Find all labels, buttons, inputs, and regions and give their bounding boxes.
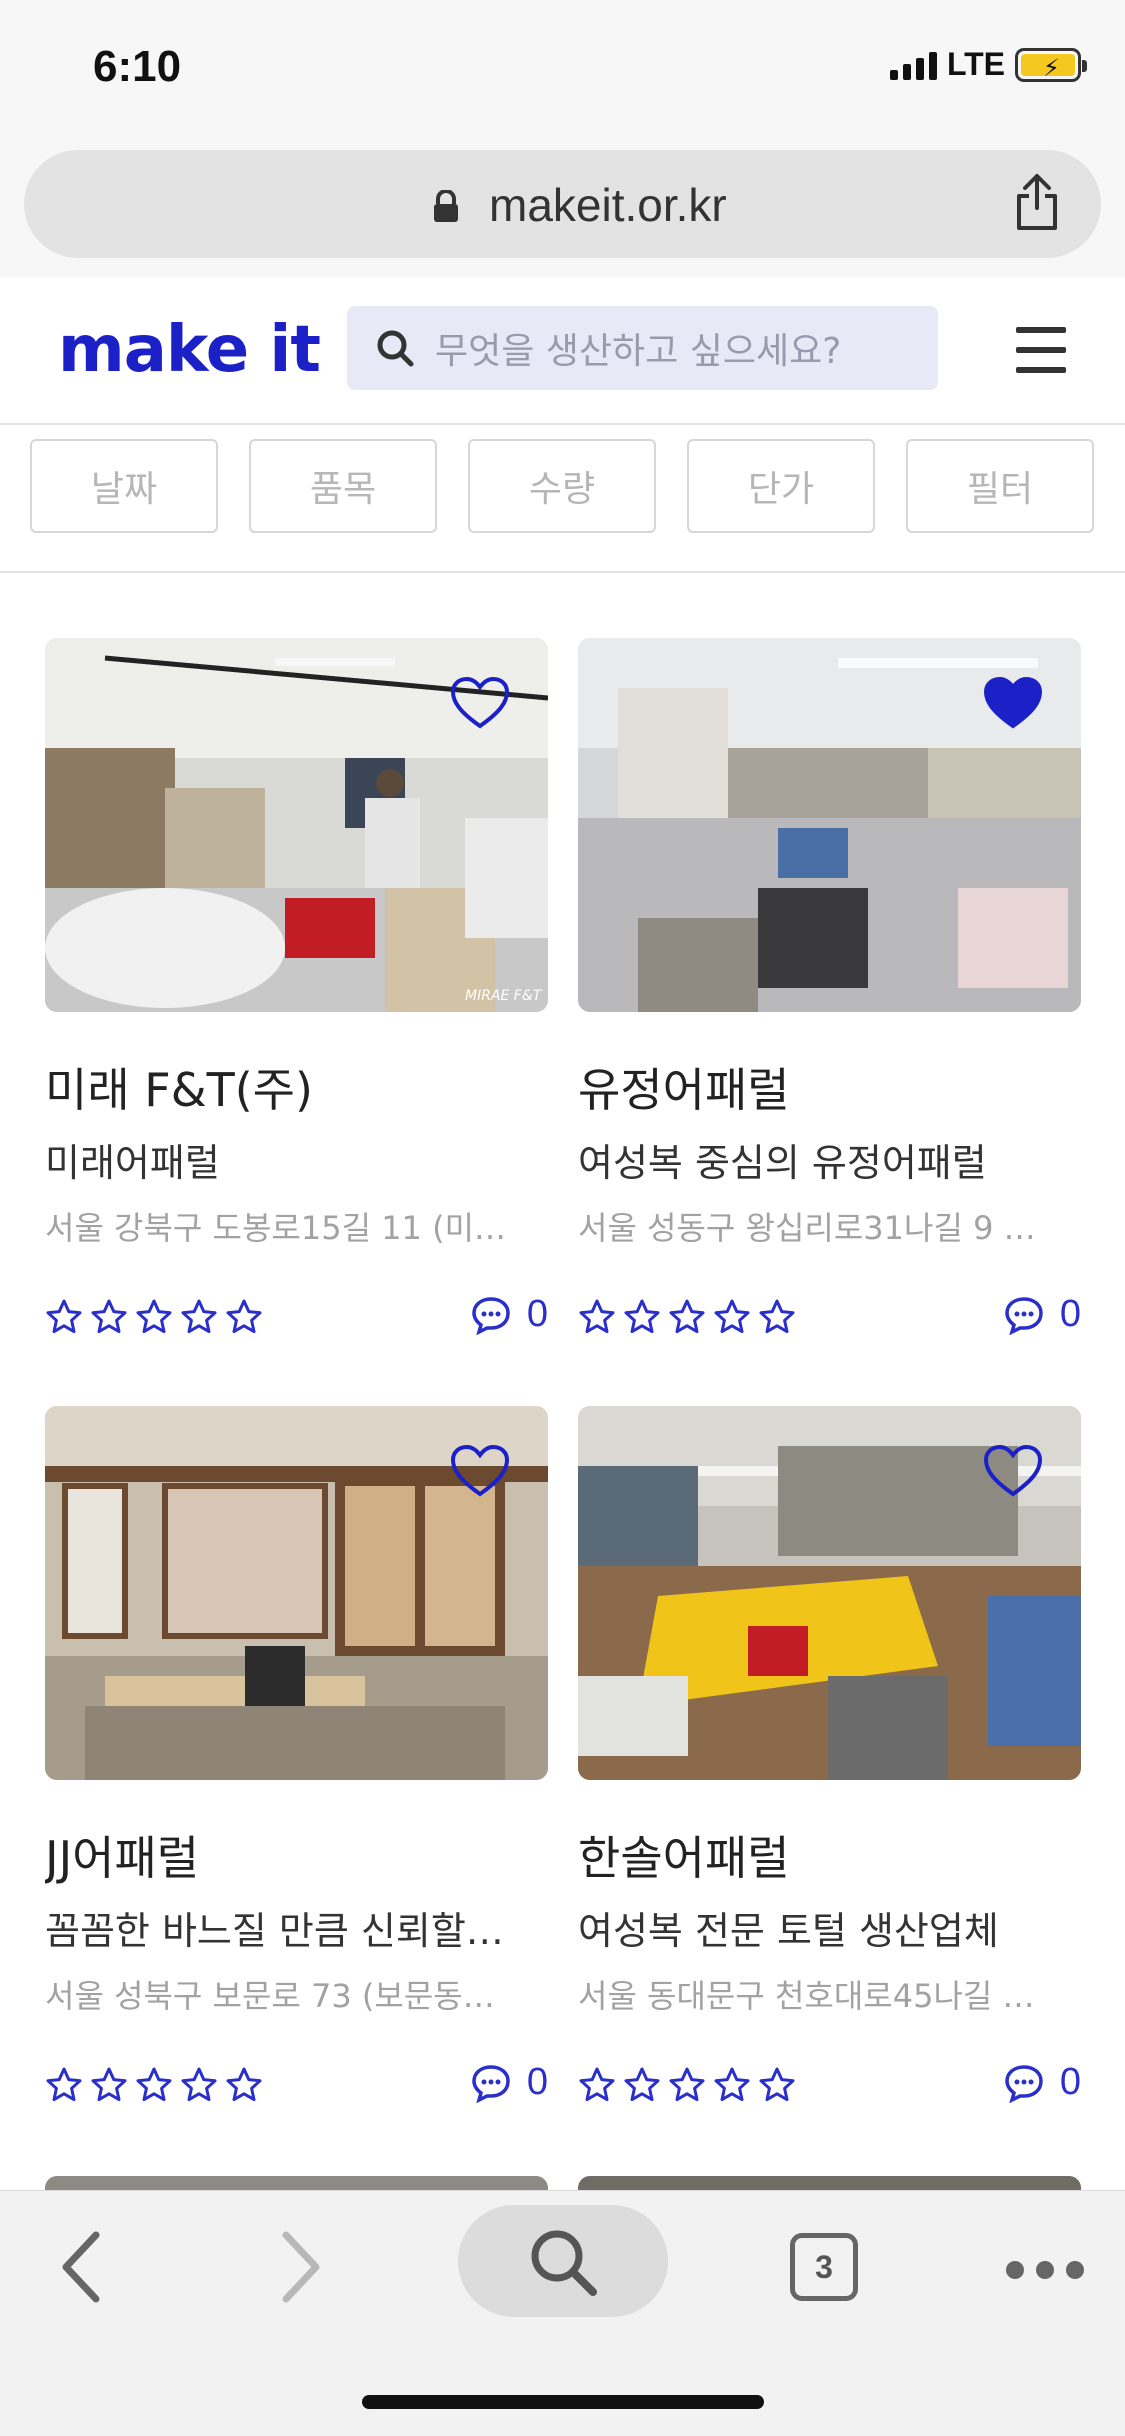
factory-description: 미래어패럴 xyxy=(45,1141,220,1185)
star-icon xyxy=(181,1299,217,1334)
signal-icon xyxy=(889,50,937,80)
star-icon xyxy=(226,1299,262,1334)
comment-count-value: 0 xyxy=(1059,2061,1081,2103)
star-icon xyxy=(46,1299,82,1334)
factory-address: 서울 성동구 왕십리로31나길 9 … xyxy=(578,1209,1036,1247)
star-icon xyxy=(669,1299,705,1334)
battery-icon: ⚡ xyxy=(1015,47,1087,82)
star-icon xyxy=(669,2067,705,2102)
comment-icon xyxy=(472,2064,510,2103)
star-icon xyxy=(624,2067,660,2102)
comment-icon xyxy=(1005,2064,1043,2103)
star-icon xyxy=(91,1299,127,1334)
star-icon xyxy=(624,1299,660,1334)
comment-icon xyxy=(472,1296,510,1335)
factory-photo[interactable]: MIRAE F&T xyxy=(45,638,548,1012)
rating-stars xyxy=(578,2067,796,2103)
factory-description: 꼼꼼한 바느질 만큼 신뢰할… xyxy=(45,1909,504,1953)
star-icon xyxy=(579,1299,615,1334)
factory-photo[interactable] xyxy=(578,638,1081,1012)
search-icon xyxy=(377,330,414,367)
filter-more-button[interactable]: 필터 xyxy=(906,439,1094,533)
lock-icon xyxy=(434,190,458,222)
search-button[interactable] xyxy=(458,2205,668,2317)
search-input[interactable]: 무엇을 생산하고 싶으세요? xyxy=(347,306,938,390)
factory-address: 서울 동대문구 천호대로45나길 … xyxy=(578,1977,1035,2015)
factory-name[interactable]: 미래 F&T(주) xyxy=(45,1054,548,1120)
rating-stars xyxy=(45,2067,263,2103)
rating-stars xyxy=(45,1299,263,1335)
comment-count-value: 0 xyxy=(526,2061,548,2103)
star-icon xyxy=(136,1299,172,1334)
comment-count[interactable]: 0 xyxy=(1004,2061,1081,2104)
factory-address: 서울 강북구 도봉로15길 11 (미… xyxy=(45,1209,507,1247)
site-logo[interactable]: make it xyxy=(58,313,321,387)
factory-card[interactable]: 유정어패럴 여성복 중심의 유정어패럴 서울 성동구 왕십리로31나길 9 … … xyxy=(578,638,1081,1343)
star-icon xyxy=(136,2067,172,2102)
star-icon xyxy=(714,2067,750,2102)
photo-watermark: MIRAE F&T xyxy=(465,988,543,1004)
factory-photo-partial[interactable] xyxy=(45,2176,548,2190)
star-icon xyxy=(714,1299,750,1334)
card-meta: 0 xyxy=(45,1293,548,1343)
comment-count[interactable]: 0 xyxy=(471,1293,548,1336)
filter-bar: 날짜 품목 수량 단가 필터 xyxy=(0,425,1125,573)
comment-count-value: 0 xyxy=(1059,1293,1081,1335)
heart-icon[interactable] xyxy=(450,676,510,730)
network-label: LTE xyxy=(946,46,1005,82)
star-icon xyxy=(46,2067,82,2102)
comment-count[interactable]: 0 xyxy=(1004,1293,1081,1336)
heart-icon[interactable] xyxy=(450,1444,510,1498)
factory-name[interactable]: 유정어패럴 xyxy=(578,1054,1081,1120)
tabs-button[interactable]: 3 xyxy=(790,2233,858,2301)
star-icon xyxy=(579,2067,615,2102)
heart-filled-icon[interactable] xyxy=(983,676,1043,730)
forward-icon[interactable] xyxy=(276,2229,326,2305)
factory-card[interactable]: JJ어패럴 꼼꼼한 바느질 만큼 신뢰할… 서울 성북구 보문로 73 (보문동… xyxy=(45,1406,548,2111)
search-icon xyxy=(531,2230,597,2296)
address-bar[interactable]: makeit.or.kr xyxy=(24,150,1101,258)
more-icon[interactable] xyxy=(1006,2261,1084,2279)
comment-icon xyxy=(1005,1296,1043,1335)
star-icon xyxy=(181,2067,217,2102)
comment-count[interactable]: 0 xyxy=(471,2061,548,2104)
search-placeholder: 무엇을 생산하고 싶으세요? xyxy=(435,331,842,372)
menu-icon[interactable] xyxy=(1016,327,1066,373)
factory-name[interactable]: 한솔어패럴 xyxy=(578,1822,1081,1888)
factory-photo[interactable] xyxy=(578,1406,1081,1780)
filter-quantity-button[interactable]: 수량 xyxy=(468,439,656,533)
status-indicators: LTE ⚡ xyxy=(889,46,1087,83)
url-text: makeit.or.kr xyxy=(489,179,727,231)
filter-date-button[interactable]: 날짜 xyxy=(30,439,218,533)
factory-name[interactable]: JJ어패럴 xyxy=(45,1822,548,1888)
star-icon xyxy=(759,2067,795,2102)
heart-icon[interactable] xyxy=(983,1444,1043,1498)
star-icon xyxy=(759,1299,795,1334)
card-meta: 0 xyxy=(578,1293,1081,1343)
card-meta: 0 xyxy=(578,2061,1081,2111)
factory-description: 여성복 중심의 유정어패럴 xyxy=(578,1141,987,1185)
rating-stars xyxy=(578,1299,796,1335)
star-icon xyxy=(91,2067,127,2102)
factory-card[interactable]: 한솔어패럴 여성복 전문 토털 생산업체 서울 동대문구 천호대로45나길 … … xyxy=(578,1406,1081,2111)
back-icon[interactable] xyxy=(56,2229,106,2305)
share-icon[interactable] xyxy=(1013,172,1061,232)
factory-address: 서울 성북구 보문로 73 (보문동… xyxy=(45,1977,495,2015)
factory-description: 여성복 전문 토털 생산업체 xyxy=(578,1909,999,1953)
site-header: make it 무엇을 생산하고 싶으세요? xyxy=(0,277,1125,425)
status-time: 6:10 xyxy=(93,42,182,91)
factory-photo[interactable] xyxy=(45,1406,548,1780)
star-icon xyxy=(226,2067,262,2102)
browser-top-bar: 6:10 LTE ⚡ makeit.or.kr xyxy=(0,0,1125,277)
home-indicator xyxy=(362,2395,764,2409)
filter-item-button[interactable]: 품목 xyxy=(249,439,437,533)
filter-price-button[interactable]: 단가 xyxy=(687,439,875,533)
card-meta: 0 xyxy=(45,2061,548,2111)
factory-photo-partial[interactable] xyxy=(578,2176,1081,2190)
comment-count-value: 0 xyxy=(526,1293,548,1335)
factory-card[interactable]: MIRAE F&T 미래 F&T(주) 미래어패럴 서울 강북구 도봉로15길 … xyxy=(45,638,548,1343)
